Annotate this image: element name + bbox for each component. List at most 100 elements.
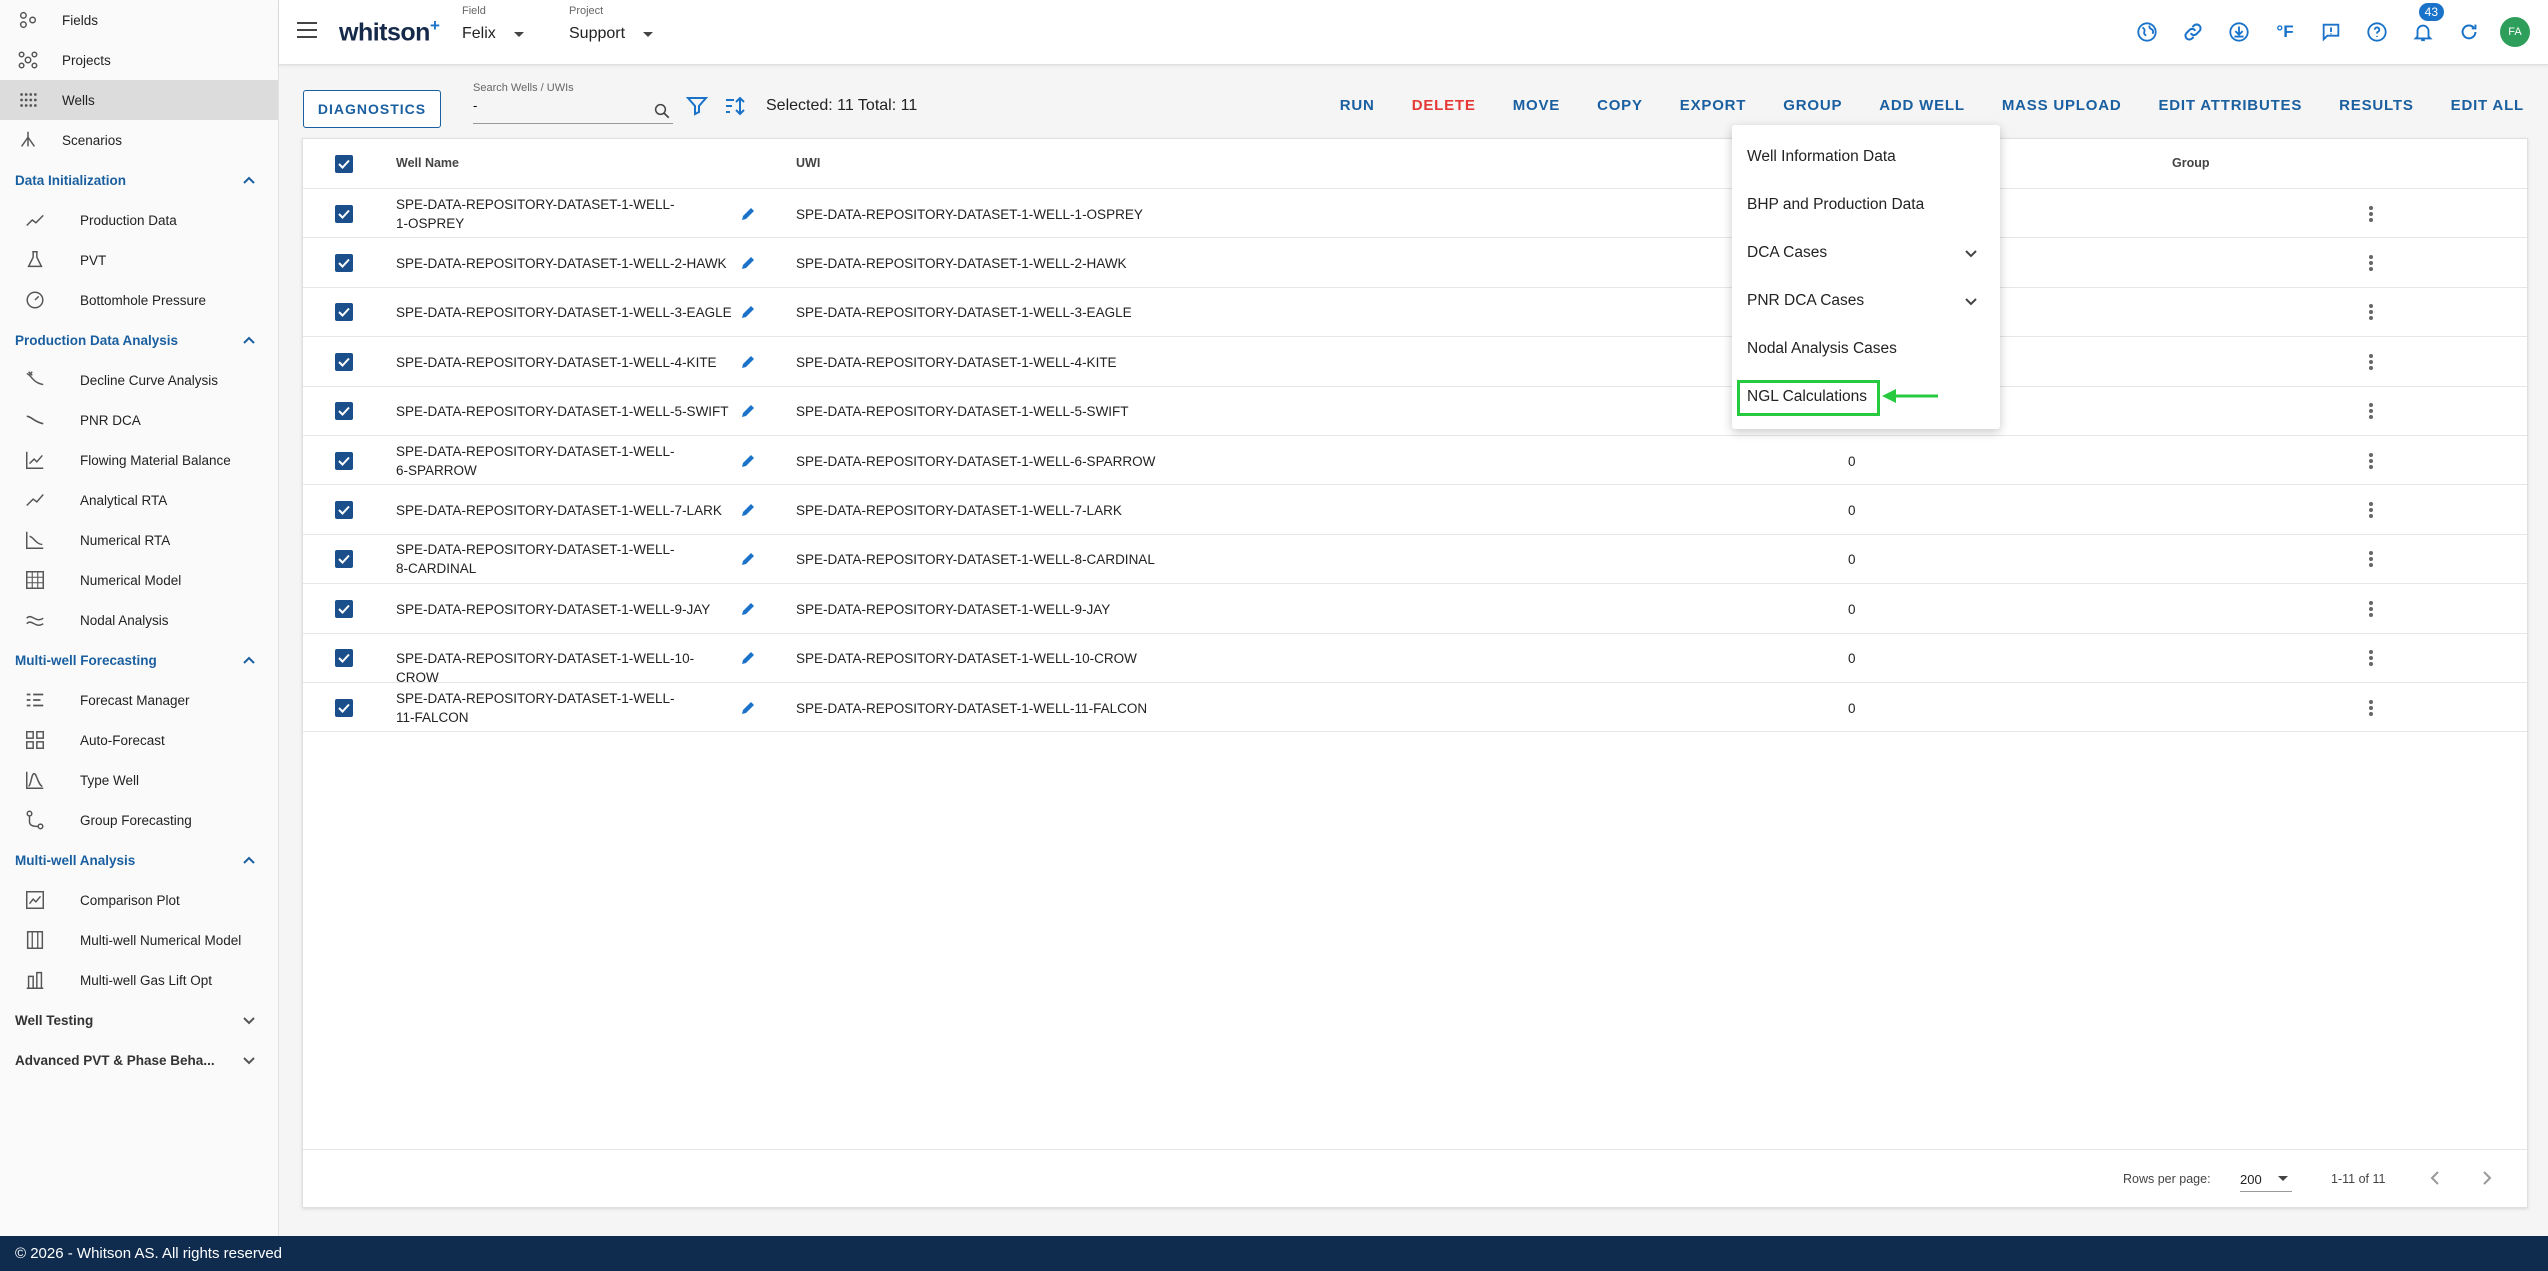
sidebar-item-analytical-rta[interactable]: Analytical RTA	[0, 480, 278, 520]
diagnostics-button[interactable]: DIAGNOSTICS	[303, 90, 441, 128]
sidebar-item-fields[interactable]: Fields	[0, 0, 278, 40]
row-checkbox[interactable]	[335, 550, 353, 569]
export-menu-item-pnr-dca-cases[interactable]: PNR DCA Cases	[1732, 277, 2000, 325]
table-row[interactable]: SPE-DATA-REPOSITORY-DATASET-1-WELL-11-FA…	[303, 683, 2527, 733]
more-vert-icon[interactable]	[2368, 699, 2374, 717]
sort-icon[interactable]	[723, 94, 747, 118]
row-checkbox[interactable]	[335, 501, 353, 520]
table-row[interactable]: SPE-DATA-REPOSITORY-DATASET-1-WELL-4-KIT…	[303, 337, 2527, 387]
sidebar-item-multi-well-gas-lift-opt[interactable]: Multi-well Gas Lift Opt	[0, 960, 278, 1000]
more-vert-icon[interactable]	[2368, 254, 2374, 272]
table-row[interactable]: SPE-DATA-REPOSITORY-DATASET-1-WELL-8-CAR…	[303, 535, 2527, 585]
user-avatar[interactable]: FA	[2500, 17, 2530, 47]
link-icon[interactable]	[2178, 17, 2208, 47]
table-row[interactable]: SPE-DATA-REPOSITORY-DATASET-1-WELL-6-SPA…	[303, 436, 2527, 486]
run-button[interactable]: RUN	[1340, 97, 1375, 114]
sidebar-item-decline-curve-analysis[interactable]: Decline Curve Analysis	[0, 360, 278, 400]
more-vert-icon[interactable]	[2368, 501, 2374, 519]
sidebar-item-scenarios[interactable]: Scenarios	[0, 120, 278, 160]
sidebar-section-multi-well-analysis[interactable]: Multi-well Analysis	[0, 840, 278, 880]
hamburger-menu-icon[interactable]	[297, 22, 317, 38]
edit-attributes-button[interactable]: EDIT ATTRIBUTES	[2158, 97, 2302, 114]
project-selector[interactable]: Project Support	[569, 5, 654, 43]
group-button[interactable]: GROUP	[1783, 97, 1842, 114]
sidebar-section-production-data-analysis[interactable]: Production Data Analysis	[0, 320, 278, 360]
sidebar-section-well-testing[interactable]: Well Testing	[0, 1000, 278, 1040]
sidebar-item-pnr-dca[interactable]: PNR DCA	[0, 400, 278, 440]
column-header-well-name[interactable]: Well Name	[396, 156, 459, 170]
export-menu-item-nodal-analysis-cases[interactable]: Nodal Analysis Cases	[1732, 325, 2000, 373]
table-row[interactable]: SPE-DATA-REPOSITORY-DATASET-1-WELL-5-SWI…	[303, 387, 2527, 436]
search-input[interactable]	[473, 98, 643, 113]
sidebar-item-pvt[interactable]: PVT	[0, 240, 278, 280]
table-row[interactable]: SPE-DATA-REPOSITORY-DATASET-1-WELL-10-CR…	[303, 634, 2527, 685]
sidebar-item-numerical-rta[interactable]: Numerical RTA	[0, 520, 278, 560]
edit-pencil-icon[interactable]	[740, 502, 756, 518]
row-checkbox[interactable]	[335, 698, 353, 717]
sidebar-item-numerical-model[interactable]: Numerical Model	[0, 560, 278, 600]
column-header-group[interactable]: Group	[2172, 156, 2210, 170]
sidebar-item-nodal-analysis[interactable]: Nodal Analysis	[0, 600, 278, 640]
feedback-icon[interactable]	[2316, 17, 2346, 47]
sidebar-item-flowing-material-balance[interactable]: Flowing Material Balance	[0, 440, 278, 480]
select-all-checkbox[interactable]	[335, 155, 353, 173]
column-header-uwi[interactable]: UWI	[796, 156, 820, 170]
edit-pencil-icon[interactable]	[740, 601, 756, 617]
more-vert-icon[interactable]	[2368, 303, 2374, 321]
table-row[interactable]: SPE-DATA-REPOSITORY-DATASET-1-WELL-1-OSP…	[303, 189, 2527, 239]
sidebar-section-multi-well-forecasting[interactable]: Multi-well Forecasting	[0, 640, 278, 680]
edit-pencil-icon[interactable]	[740, 700, 756, 716]
table-row[interactable]: SPE-DATA-REPOSITORY-DATASET-1-WELL-2-HAW…	[303, 238, 2527, 288]
export-menu-item-well-information-data[interactable]: Well Information Data	[1732, 133, 2000, 181]
mass-upload-button[interactable]: MASS UPLOAD	[2002, 97, 2122, 114]
whitson-logo[interactable]: whitson+	[339, 16, 440, 47]
row-checkbox[interactable]	[335, 204, 353, 223]
help-icon[interactable]	[2362, 17, 2392, 47]
sidebar-item-group-forecasting[interactable]: Group Forecasting	[0, 800, 278, 840]
previous-page-icon[interactable]	[2426, 1168, 2446, 1188]
edit-pencil-icon[interactable]	[740, 551, 756, 567]
globe-icon[interactable]	[2132, 17, 2162, 47]
row-checkbox[interactable]	[335, 451, 353, 470]
next-page-icon[interactable]	[2476, 1168, 2496, 1188]
search-icon[interactable]	[653, 102, 671, 120]
table-row[interactable]: SPE-DATA-REPOSITORY-DATASET-1-WELL-3-EAG…	[303, 288, 2527, 338]
export-menu-item-dca-cases[interactable]: DCA Cases	[1732, 229, 2000, 277]
more-vert-icon[interactable]	[2368, 649, 2374, 667]
rows-per-page-select[interactable]: 200	[2240, 1164, 2292, 1192]
edit-pencil-icon[interactable]	[740, 453, 756, 469]
sidebar-item-auto-forecast[interactable]: Auto-Forecast	[0, 720, 278, 760]
results-button[interactable]: RESULTS	[2339, 97, 2414, 114]
notifications-bell-icon[interactable]: 43	[2408, 3, 2444, 47]
more-vert-icon[interactable]	[2368, 600, 2374, 618]
copy-button[interactable]: COPY	[1597, 97, 1643, 114]
table-row[interactable]: SPE-DATA-REPOSITORY-DATASET-1-WELL-9-JAY…	[303, 584, 2527, 634]
sidebar-item-comparison-plot[interactable]: Comparison Plot	[0, 880, 278, 920]
filter-icon[interactable]	[685, 94, 709, 118]
sidebar-item-production-data[interactable]: Production Data	[0, 200, 278, 240]
sidebar-item-bottomhole-pressure[interactable]: Bottomhole Pressure	[0, 280, 278, 320]
sidebar-item-type-well[interactable]: Type Well	[0, 760, 278, 800]
edit-pencil-icon[interactable]	[740, 255, 756, 271]
row-checkbox[interactable]	[335, 254, 353, 273]
table-row[interactable]: SPE-DATA-REPOSITORY-DATASET-1-WELL-7-LAR…	[303, 485, 2527, 535]
field-selector[interactable]: Field Felix	[462, 5, 524, 43]
row-checkbox[interactable]	[335, 649, 353, 668]
add-well-button[interactable]: ADD WELL	[1879, 97, 1965, 114]
sidebar-item-projects[interactable]: Projects	[0, 40, 278, 80]
edit-pencil-icon[interactable]	[740, 354, 756, 370]
row-checkbox[interactable]	[335, 402, 353, 421]
export-button[interactable]: EXPORT	[1680, 97, 1746, 114]
temperature-unit-icon[interactable]: °F	[2270, 17, 2300, 47]
refresh-icon[interactable]	[2454, 17, 2484, 47]
search-wells[interactable]: Search Wells / UWIs	[473, 82, 673, 124]
row-checkbox[interactable]	[335, 599, 353, 618]
edit-pencil-icon[interactable]	[740, 304, 756, 320]
more-vert-icon[interactable]	[2368, 353, 2374, 371]
edit-pencil-icon[interactable]	[740, 206, 756, 222]
move-button[interactable]: MOVE	[1513, 97, 1560, 114]
download-icon[interactable]	[2224, 17, 2254, 47]
edit-pencil-icon[interactable]	[740, 403, 756, 419]
row-checkbox[interactable]	[335, 303, 353, 322]
sidebar-item-multi-well-numerical-model[interactable]: Multi-well Numerical Model	[0, 920, 278, 960]
